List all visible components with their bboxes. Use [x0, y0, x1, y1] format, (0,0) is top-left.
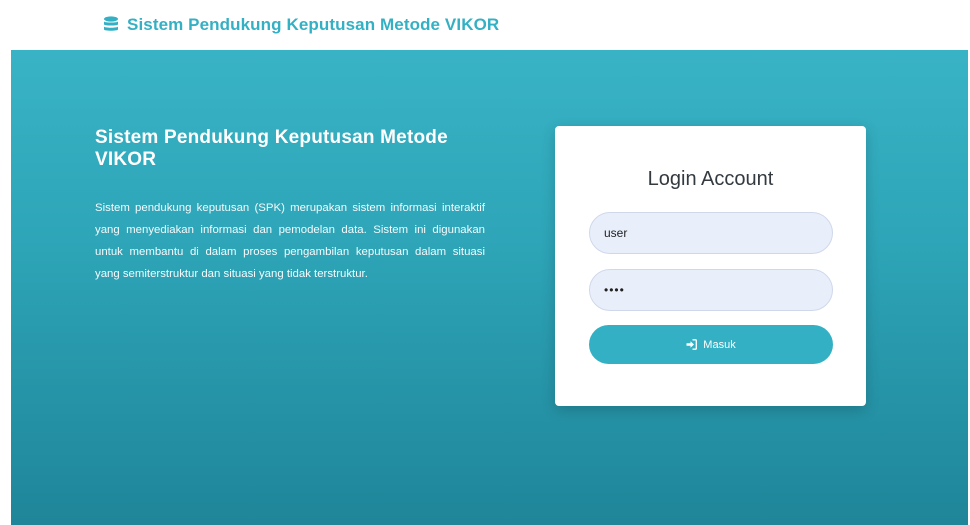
username-input[interactable]	[589, 212, 833, 254]
login-button[interactable]: Masuk	[589, 325, 833, 364]
database-icon	[103, 16, 119, 34]
intro-description: Sistem pendukung keputusan (SPK) merupak…	[95, 202, 485, 280]
brand-link[interactable]: Sistem Pendukung Keputusan Metode VIKOR	[103, 15, 499, 35]
login-card: Login Account Masuk	[555, 126, 866, 406]
intro-title: Sistem Pendukung Keputusan Metode VIKOR	[95, 127, 448, 170]
sign-in-icon	[686, 339, 698, 350]
login-title: Login Account	[647, 168, 774, 190]
brand-title: Sistem Pendukung Keputusan Metode VIKOR	[127, 15, 500, 34]
password-input[interactable]	[589, 269, 833, 311]
intro-section: Sistem Pendukung Keputusan Metode VIKOR …	[95, 127, 485, 285]
top-navbar: Sistem Pendukung Keputusan Metode VIKOR	[0, 0, 970, 50]
login-button-label: Masuk	[703, 338, 736, 351]
